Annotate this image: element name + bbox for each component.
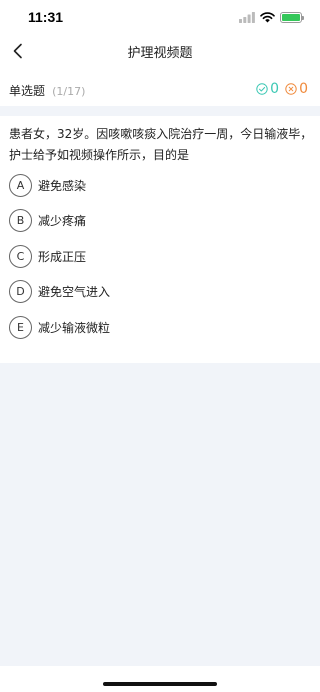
option-c[interactable]: C 形成正压 [9, 244, 309, 268]
question-type-group: 单选题 (1/17) [9, 80, 85, 99]
status-time: 11:31 [28, 9, 64, 25]
option-b[interactable]: B 减少疼痛 [9, 209, 309, 233]
back-chevron-icon [13, 43, 22, 59]
option-letter-badge: A [9, 173, 32, 197]
option-letter-badge: E [9, 315, 32, 339]
correct-count: 0 [270, 81, 280, 97]
correct-score: 0 [256, 81, 279, 97]
option-text: 避免感染 [38, 178, 87, 193]
empty-content-area [0, 363, 320, 666]
option-text: 形成正压 [38, 249, 87, 264]
option-e[interactable]: E 减少输液微粒 [9, 315, 309, 339]
section-divider [0, 106, 320, 116]
score-panel: 0 0 [256, 81, 308, 97]
wrong-score: 0 [285, 81, 308, 97]
home-indicator[interactable] [103, 682, 217, 686]
status-bar: 11:31 [0, 0, 320, 34]
option-letter-badge: C [9, 244, 32, 268]
question-type: 单选题 [9, 83, 46, 98]
correct-check-icon [256, 83, 268, 95]
wifi-icon [260, 11, 275, 22]
option-text: 避免空气进入 [38, 285, 111, 299]
question-text: 患者女，32岁。因咳嗽咳痰入院治疗一周，今日输液毕，护士给予如视频操作所示，目的… [9, 127, 313, 162]
wrong-cross-icon [285, 83, 297, 95]
back-button[interactable] [6, 39, 30, 63]
signal-icon [239, 11, 255, 23]
options-list: A 避免感染 B 减少疼痛 C 形成正压 D 避免空气进入 E 减少输液微粒 [9, 173, 309, 351]
home-indicator-area [0, 666, 320, 692]
option-text: 减少疼痛 [38, 214, 87, 228]
page-title: 护理视频题 [127, 45, 193, 61]
option-text: 减少输液微粒 [38, 320, 111, 335]
option-letter-badge: B [9, 209, 32, 232]
option-a[interactable]: A 避免感染 [9, 173, 309, 197]
status-icons [239, 11, 304, 23]
question-header: 单选题 (1/17) 0 0 [0, 74, 320, 104]
question-progress: (1/17) [52, 84, 86, 98]
nav-bar: 护理视频题 [0, 34, 320, 68]
option-letter-badge: D [9, 280, 32, 303]
wrong-count: 0 [299, 81, 308, 97]
battery-icon [280, 11, 304, 23]
option-d[interactable]: D 避免空气进入 [9, 280, 309, 304]
